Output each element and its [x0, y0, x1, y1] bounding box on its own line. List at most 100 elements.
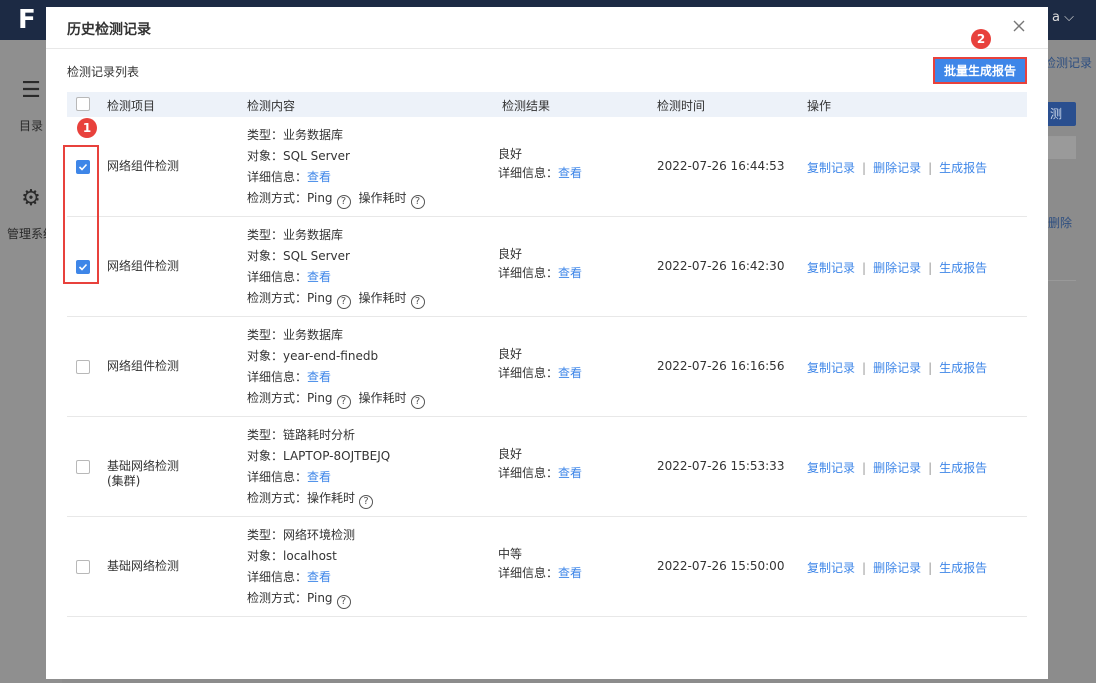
object-value: localhost: [283, 549, 337, 563]
action-separator: |: [862, 461, 867, 475]
user-menu[interactable]: a ⌵: [1052, 10, 1074, 25]
method-op-time: 操作耗时: [307, 491, 356, 505]
view-result-link[interactable]: 查看: [558, 366, 582, 380]
help-icon[interactable]: ?: [336, 395, 351, 409]
detection-item-name: 网络组件检测: [107, 359, 180, 373]
detection-time: 2022-07-26 16:44:53: [657, 159, 785, 173]
row-checkbox[interactable]: [76, 360, 90, 374]
result-value: 良好: [498, 447, 523, 461]
view-result-link[interactable]: 查看: [558, 466, 582, 480]
row-checkbox[interactable]: [76, 560, 90, 574]
generate-report-link[interactable]: 生成报告: [939, 561, 987, 575]
action-separator: |: [862, 161, 867, 175]
bg-delete-link[interactable]: 删除: [1048, 214, 1072, 231]
detail-label: 详细信息：: [498, 266, 559, 280]
action-separator: |: [928, 161, 933, 175]
help-icon[interactable]: ?: [410, 395, 425, 409]
copy-record-link[interactable]: 复制记录: [807, 261, 855, 275]
detection-item: 网络组件检测: [107, 259, 179, 274]
bg-detect-button[interactable]: 测: [1046, 102, 1076, 126]
help-icon[interactable]: ?: [336, 295, 351, 309]
delete-record-link[interactable]: 删除记录: [873, 561, 921, 575]
result-value: 良好: [498, 247, 523, 261]
object-value: year-end-finedb: [283, 349, 379, 363]
row-checkbox[interactable]: [76, 460, 90, 474]
help-icon[interactable]: ?: [336, 195, 351, 209]
copy-record-link[interactable]: 复制记录: [807, 361, 855, 375]
modal-header: 历史检测记录: [46, 7, 1048, 49]
result-value: 良好: [498, 347, 523, 361]
copy-record-link[interactable]: 复制记录: [807, 161, 855, 175]
view-result-link[interactable]: 查看: [558, 166, 582, 180]
column-header-time: 检测时间: [657, 99, 706, 113]
detection-item: 网络组件检测: [107, 159, 179, 174]
action-separator: |: [928, 361, 933, 375]
view-detail-link[interactable]: 查看: [307, 270, 331, 284]
table-header: 检测项目 检测内容 检测结果 检测时间 操作: [67, 92, 1027, 117]
copy-record-link[interactable]: 复制记录: [807, 461, 855, 475]
action-separator: |: [928, 261, 933, 275]
generate-report-link[interactable]: 生成报告: [939, 361, 987, 375]
method-ping: Ping: [307, 191, 333, 205]
help-icon[interactable]: ?: [410, 295, 425, 309]
list-title: 检测记录列表: [67, 65, 140, 79]
table-row: 网络组件检测 类型：业务数据库 对象：year-end-finedb 详细信息：…: [67, 317, 1027, 417]
method-label: 检测方式：: [247, 591, 308, 605]
result-value: 中等: [498, 547, 523, 561]
help-icon[interactable]: ?: [336, 595, 351, 609]
detection-result: 良好 详细信息：查看: [498, 245, 582, 283]
close-icon[interactable]: [1010, 17, 1028, 35]
table-row: 基础网络检测 (集群) 类型：链路耗时分析 对象：LAPTOP-8OJTBEJQ…: [67, 417, 1027, 517]
delete-record-link[interactable]: 删除记录: [873, 361, 921, 375]
detection-result: 良好 详细信息：查看: [498, 145, 582, 183]
method-op-time: 操作耗时: [358, 191, 407, 205]
batch-generate-report-button[interactable]: 批量生成报告: [933, 57, 1027, 84]
delete-record-link[interactable]: 删除记录: [873, 461, 921, 475]
delete-record-link[interactable]: 删除记录: [873, 261, 921, 275]
method-label: 检测方式：: [247, 191, 308, 205]
help-icon[interactable]: ?: [359, 495, 374, 509]
detail-label: 详细信息：: [498, 466, 559, 480]
column-header-result: 检测结果: [502, 99, 551, 113]
copy-record-link[interactable]: 复制记录: [807, 561, 855, 575]
table-row: 网络组件检测 类型：业务数据库 对象：SQL Server 详细信息：查看 检测…: [67, 217, 1027, 317]
generate-report-link[interactable]: 生成报告: [939, 161, 987, 175]
sidebar-item-label: 目录: [18, 119, 43, 133]
checkbox-highlight-box: [63, 145, 99, 284]
generate-report-link[interactable]: 生成报告: [939, 461, 987, 475]
select-all-checkbox[interactable]: [76, 97, 90, 111]
type-label: 类型：: [247, 328, 284, 342]
detail-label: 详细信息：: [247, 270, 308, 284]
view-detail-link[interactable]: 查看: [307, 470, 331, 484]
view-result-link[interactable]: 查看: [558, 566, 582, 580]
help-icon[interactable]: ?: [410, 195, 425, 209]
delete-record-link[interactable]: 删除记录: [873, 161, 921, 175]
row-actions: 复制记录 | 删除记录 | 生成报告: [807, 259, 987, 276]
detection-item-name: 网络组件检测: [107, 159, 180, 173]
view-detail-link[interactable]: 查看: [307, 370, 331, 384]
row-actions: 复制记录 | 删除记录 | 生成报告: [807, 359, 987, 376]
detection-time: 2022-07-26 16:16:56: [657, 359, 785, 373]
detail-label: 详细信息：: [498, 366, 559, 380]
type-label: 类型：: [247, 428, 284, 442]
type-label: 类型：: [247, 128, 284, 142]
type-value: 业务数据库: [283, 328, 344, 342]
view-detail-link[interactable]: 查看: [307, 570, 331, 584]
object-label: 对象：: [247, 249, 284, 263]
view-detail-link[interactable]: 查看: [307, 170, 331, 184]
type-value: 网络环境检测: [283, 528, 356, 542]
view-result-link[interactable]: 查看: [558, 266, 582, 280]
detection-content: 类型：业务数据库 对象：year-end-finedb 详细信息：查看 检测方式…: [247, 325, 433, 409]
action-separator: |: [928, 561, 933, 575]
generate-report-link[interactable]: 生成报告: [939, 261, 987, 275]
detection-result: 中等 详细信息：查看: [498, 545, 582, 583]
action-separator: |: [928, 461, 933, 475]
detection-time: 2022-07-26 16:42:30: [657, 259, 785, 273]
detail-label: 详细信息：: [247, 370, 308, 384]
detection-item-sub: (集群): [107, 474, 141, 488]
callout-2: 2: [971, 29, 991, 49]
detection-content: 类型：网络环境检测 对象：localhost 详细信息：查看 检测方式：Ping…: [247, 525, 359, 609]
detection-item-name: 基础网络检测: [107, 459, 180, 473]
detection-result: 良好 详细信息：查看: [498, 445, 582, 483]
bg-record-link[interactable]: 检测记录: [1044, 54, 1092, 71]
